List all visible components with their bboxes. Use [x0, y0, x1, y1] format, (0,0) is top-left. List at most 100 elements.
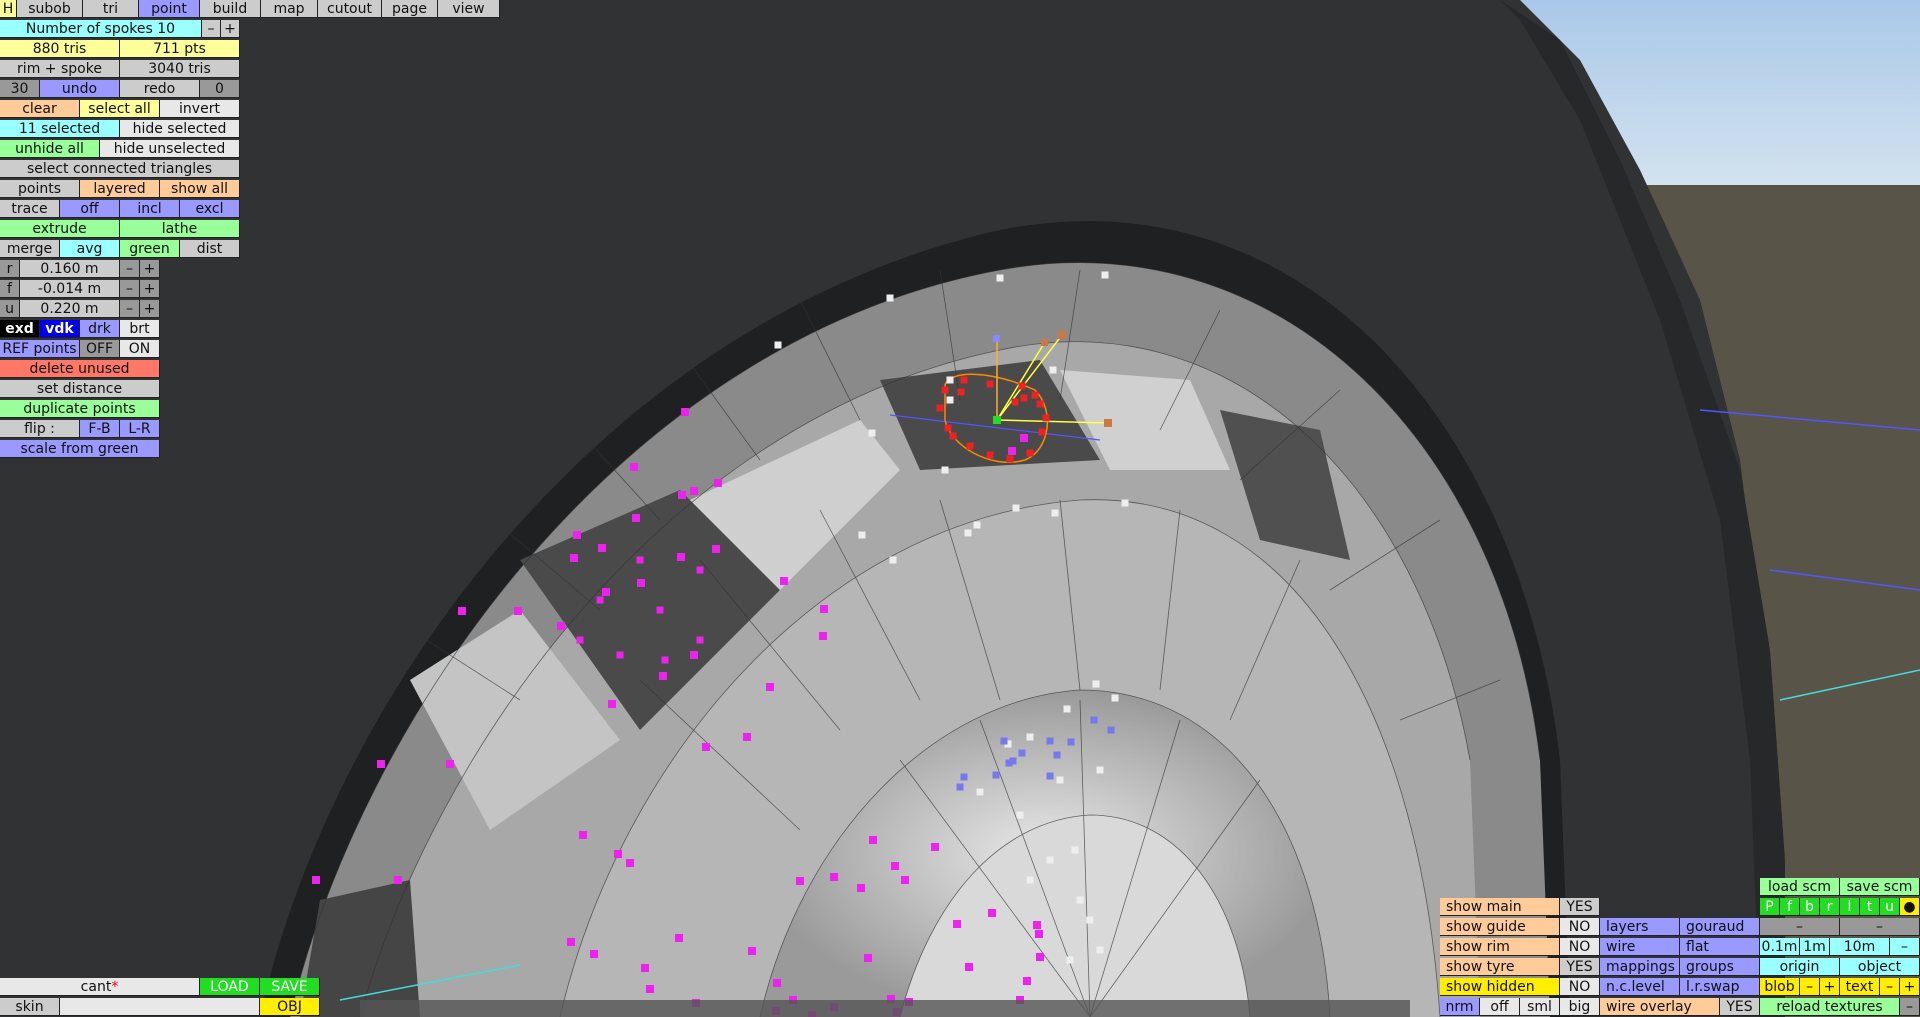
trace-off-button[interactable]: off [60, 200, 120, 218]
show-rim-label[interactable]: show rim [1440, 938, 1560, 956]
menu-map[interactable]: map [261, 0, 318, 18]
view-p-button[interactable]: P [1760, 898, 1780, 916]
trace-excl-button[interactable]: excl [180, 200, 240, 218]
show-guide-value[interactable]: NO [1560, 918, 1600, 936]
show-hidden-value[interactable]: NO [1560, 978, 1600, 996]
green-button[interactable]: green [120, 240, 180, 258]
object-button[interactable]: object [1840, 958, 1920, 976]
select-connected-button[interactable]: select connected triangles [0, 160, 240, 178]
extrude-button[interactable]: extrude [0, 220, 120, 238]
obj-button[interactable]: OBJ [260, 998, 320, 1016]
view-dot-button[interactable]: ● [1900, 898, 1920, 916]
groups-button[interactable]: groups [1680, 958, 1760, 976]
reload-minus-button[interactable]: – [1900, 998, 1920, 1016]
set-distance-button[interactable]: set distance [0, 380, 160, 398]
wire-overlay-value[interactable]: YES [1720, 998, 1760, 1016]
view-u-button[interactable]: u [1880, 898, 1900, 916]
layered-button[interactable]: layered [80, 180, 160, 198]
wire-button[interactable]: wire [1600, 938, 1680, 956]
zoom-minus-left[interactable]: – [1760, 918, 1840, 936]
nc-level-button[interactable]: n.c.level [1600, 978, 1680, 996]
zoom-minus-right[interactable]: – [1840, 918, 1920, 936]
u-minus-button[interactable]: – [120, 300, 140, 318]
load-button[interactable]: LOAD [200, 978, 260, 996]
scale-01m-button[interactable]: 0.1m [1760, 938, 1800, 956]
lr-swap-button[interactable]: l.r.swap [1680, 978, 1760, 996]
menu-subob[interactable]: subob [17, 0, 83, 18]
view-l-button[interactable]: l [1840, 898, 1860, 916]
text-minus-button[interactable]: – [1880, 978, 1900, 996]
off-button[interactable]: off [1480, 998, 1520, 1016]
r-plus-button[interactable]: + [140, 260, 160, 278]
text-button[interactable]: text [1840, 978, 1880, 996]
scale-10m-button[interactable]: 10m [1830, 938, 1890, 956]
layers-button[interactable]: layers [1600, 918, 1680, 936]
invert-button[interactable]: invert [160, 100, 240, 118]
sml-button[interactable]: sml [1520, 998, 1560, 1016]
view-b-button[interactable]: b [1800, 898, 1820, 916]
points-button[interactable]: points [0, 180, 80, 198]
menu-view[interactable]: view [438, 0, 500, 18]
r-minus-button[interactable]: – [120, 260, 140, 278]
spokes-plus-button[interactable]: + [221, 20, 240, 38]
3d-viewport[interactable] [0, 0, 1920, 1017]
menu-point[interactable]: point [139, 0, 200, 18]
origin-button[interactable]: origin [1760, 958, 1840, 976]
trace-button[interactable]: trace [0, 200, 60, 218]
skin-field[interactable] [60, 998, 260, 1016]
hide-unselected-button[interactable]: hide unselected [100, 140, 240, 158]
reload-textures-button[interactable]: reload textures [1760, 998, 1900, 1016]
f-minus-button[interactable]: – [120, 280, 140, 298]
show-guide-label[interactable]: show guide [1440, 918, 1560, 936]
show-all-button[interactable]: show all [160, 180, 240, 198]
gouraud-button[interactable]: gouraud [1680, 918, 1760, 936]
flat-button[interactable]: flat [1680, 938, 1760, 956]
text-plus-button[interactable]: + [1900, 978, 1920, 996]
duplicate-points-button[interactable]: duplicate points [0, 400, 160, 418]
dist-button[interactable]: dist [180, 240, 240, 258]
select-all-button[interactable]: select all [80, 100, 160, 118]
menu-tri[interactable]: tri [83, 0, 139, 18]
save-scm-button[interactable]: save scm [1840, 878, 1920, 896]
scale-from-green-button[interactable]: scale from green [0, 440, 160, 458]
blob-minus-button[interactable]: – [1800, 978, 1820, 996]
show-rim-value[interactable]: NO [1560, 938, 1600, 956]
show-hidden-label[interactable]: show hidden [1440, 978, 1560, 996]
view-r-button[interactable]: r [1820, 898, 1840, 916]
brt-button[interactable]: brt [120, 320, 160, 338]
big-button[interactable]: big [1560, 998, 1600, 1016]
menu-h[interactable]: H [0, 0, 17, 18]
flip-fb-button[interactable]: F-B [80, 420, 120, 438]
lathe-button[interactable]: lathe [120, 220, 240, 238]
filename-field[interactable]: cant* [0, 978, 200, 996]
show-main-label[interactable]: show main [1440, 898, 1560, 916]
flip-lr-button[interactable]: L-R [120, 420, 160, 438]
undo-button[interactable]: undo [40, 80, 120, 98]
scale-minus-button[interactable]: – [1890, 938, 1920, 956]
view-f-button[interactable]: f [1780, 898, 1800, 916]
show-main-value[interactable]: YES [1560, 898, 1600, 916]
ref-off-button[interactable]: OFF [80, 340, 120, 358]
mappings-button[interactable]: mappings [1600, 958, 1680, 976]
blob-plus-button[interactable]: + [1820, 978, 1840, 996]
avg-button[interactable]: avg [60, 240, 120, 258]
menu-page[interactable]: page [382, 0, 438, 18]
clear-button[interactable]: clear [0, 100, 80, 118]
menu-cutout[interactable]: cutout [318, 0, 382, 18]
vdk-button[interactable]: vdk [40, 320, 80, 338]
unhide-all-button[interactable]: unhide all [0, 140, 100, 158]
show-tyre-label[interactable]: show tyre [1440, 958, 1560, 976]
scale-1m-button[interactable]: 1m [1800, 938, 1830, 956]
wire-overlay-label[interactable]: wire overlay [1600, 998, 1720, 1016]
hide-selected-button[interactable]: hide selected [120, 120, 240, 138]
f-plus-button[interactable]: + [140, 280, 160, 298]
delete-unused-button[interactable]: delete unused [0, 360, 160, 378]
show-tyre-value[interactable]: YES [1560, 958, 1600, 976]
spokes-minus-button[interactable]: – [202, 20, 221, 38]
ref-on-button[interactable]: ON [120, 340, 160, 358]
redo-button[interactable]: redo [120, 80, 200, 98]
nrm-button[interactable]: nrm [1440, 998, 1480, 1016]
load-scm-button[interactable]: load scm [1760, 878, 1840, 896]
view-t-button[interactable]: t [1860, 898, 1880, 916]
menu-build[interactable]: build [200, 0, 261, 18]
